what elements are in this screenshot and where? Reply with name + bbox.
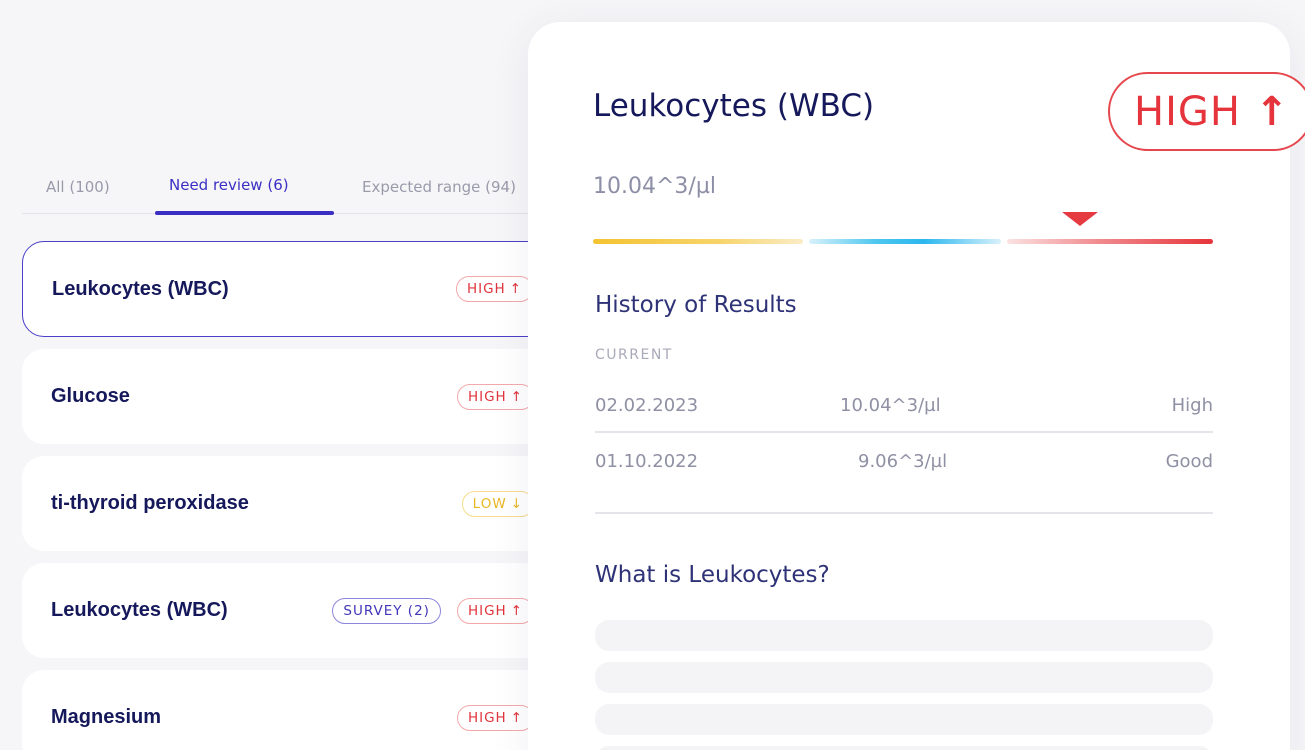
range-low-segment <box>593 239 803 244</box>
arrow-up-icon: ↑ <box>1254 88 1290 135</box>
arrow-up-icon: ↑ <box>510 388 523 405</box>
range-normal-segment <box>809 239 1001 244</box>
status-label: HIGH <box>467 602 507 619</box>
result-filter-tabs: All (100) Need review (6) Expected range… <box>22 168 570 216</box>
history-value: 10.04^3/µl <box>840 395 941 416</box>
result-card[interactable]: Magnesium HIGH ↑ <box>22 670 568 750</box>
result-name: Leukocytes (WBC) <box>52 277 229 300</box>
result-name: ti-thyroid peroxidase <box>51 492 249 514</box>
range-high-segment <box>1007 239 1213 244</box>
section-divider <box>595 512 1213 514</box>
history-value: 9.06^3/µl <box>858 451 948 472</box>
tab-expected-range[interactable]: Expected range (94) <box>362 178 516 196</box>
history-status: High <box>1171 395 1213 416</box>
result-card[interactable]: Leukocytes (WBC) SURVEY (2) HIGH ↑ <box>22 563 568 658</box>
result-card[interactable]: Glucose HIGH ↑ <box>22 349 568 444</box>
arrow-up-icon: ↑ <box>510 709 523 726</box>
text-placeholder <box>595 746 1213 750</box>
status-badge: HIGH ↑ <box>455 276 533 302</box>
history-date: 01.10.2022 <box>595 451 699 472</box>
text-placeholder <box>595 662 1213 693</box>
active-tab-indicator <box>155 211 334 215</box>
status-label: HIGH <box>467 388 507 405</box>
result-card[interactable]: ti-thyroid peroxidase LOW ↓ <box>22 456 568 551</box>
status-badge: LOW ↓ <box>461 490 534 517</box>
history-status: Good <box>1165 451 1213 472</box>
result-detail-panel: Leukocytes (WBC) HIGH ↑ 10.04^3/µl Histo… <box>528 22 1305 750</box>
arrow-up-icon: ↑ <box>509 281 522 297</box>
result-name: Magnesium <box>51 706 162 728</box>
detail-status-label: HIGH <box>1134 88 1241 135</box>
arrow-down-icon: ↓ <box>510 495 523 512</box>
result-card[interactable]: Leukocytes (WBC) HIGH ↑ <box>22 241 568 337</box>
range-marker-icon <box>1061 212 1098 226</box>
tab-need-review[interactable]: Need review (6) <box>169 176 289 194</box>
status-badge: HIGH ↑ <box>456 383 534 410</box>
status-badge: HIGH ↑ <box>456 704 534 731</box>
reference-range-bar <box>593 239 1213 244</box>
history-title: History of Results <box>595 292 797 318</box>
text-placeholder <box>595 704 1213 735</box>
about-title: What is Leukocytes? <box>595 562 830 588</box>
history-date: 02.02.2023 <box>595 395 699 416</box>
text-placeholder <box>595 620 1213 651</box>
arrow-up-icon: ↑ <box>510 602 523 619</box>
detail-value: 10.04^3/µl <box>593 174 716 199</box>
status-label: HIGH <box>467 709 507 726</box>
tab-all[interactable]: All (100) <box>46 178 110 196</box>
history-row: 01.10.2022 9.06^3/µl Good <box>595 451 1213 507</box>
history-divider <box>595 431 1213 433</box>
status-badge: HIGH ↑ <box>456 597 534 624</box>
status-label: LOW <box>472 495 507 512</box>
survey-badge[interactable]: SURVEY (2) <box>332 597 441 624</box>
result-name: Glucose <box>51 385 130 407</box>
current-label: CURRENT <box>595 347 673 363</box>
history-row: 02.02.2023 10.04^3/µl High <box>595 395 1213 451</box>
detail-status-badge: HIGH ↑ <box>1108 72 1305 151</box>
result-name: Leukocytes (WBC) <box>51 599 228 621</box>
detail-title: Leukocytes (WBC) <box>593 88 875 124</box>
status-label: HIGH <box>466 281 506 297</box>
